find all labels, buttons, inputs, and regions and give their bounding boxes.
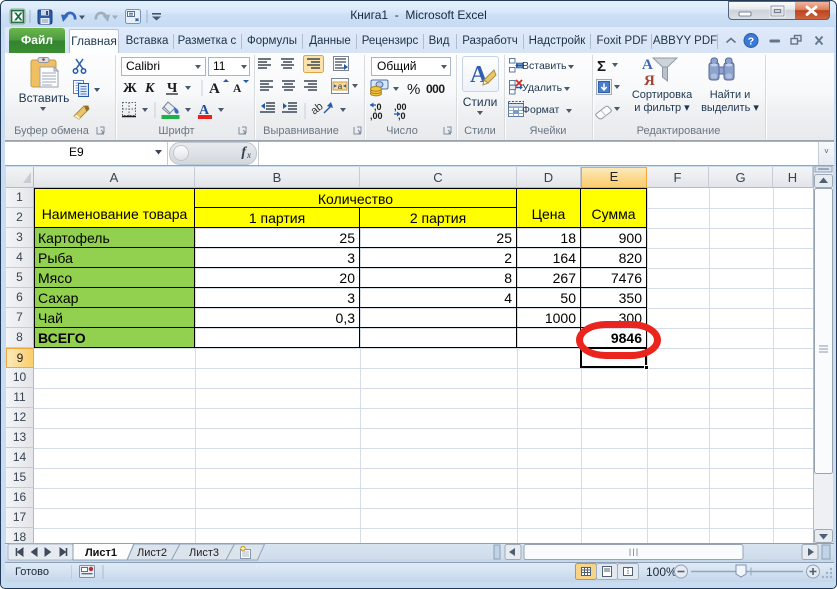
svg-text:?: ? — [748, 36, 754, 48]
svg-text:Лист2: Лист2 — [137, 547, 167, 559]
svg-text:Я: Я — [644, 73, 655, 89]
svg-text:000: 000 — [426, 82, 445, 96]
svg-text:Σ: Σ — [597, 58, 606, 75]
svg-text:%: % — [407, 81, 420, 98]
svg-text:a: a — [338, 82, 343, 91]
svg-text:Лист1: Лист1 — [85, 547, 117, 559]
svg-text:А: А — [233, 83, 242, 95]
svg-text:Ж: Ж — [123, 81, 137, 96]
svg-text:,00: ,00 — [370, 111, 383, 121]
svg-text:Лист3: Лист3 — [189, 547, 219, 559]
svg-text:ab: ab — [309, 100, 326, 117]
svg-text:,0: ,0 — [398, 111, 406, 121]
svg-text:К: К — [144, 81, 156, 96]
svg-text:А: А — [209, 81, 220, 97]
svg-text:100%: 100% — [646, 565, 677, 579]
svg-text:А: А — [642, 57, 653, 73]
